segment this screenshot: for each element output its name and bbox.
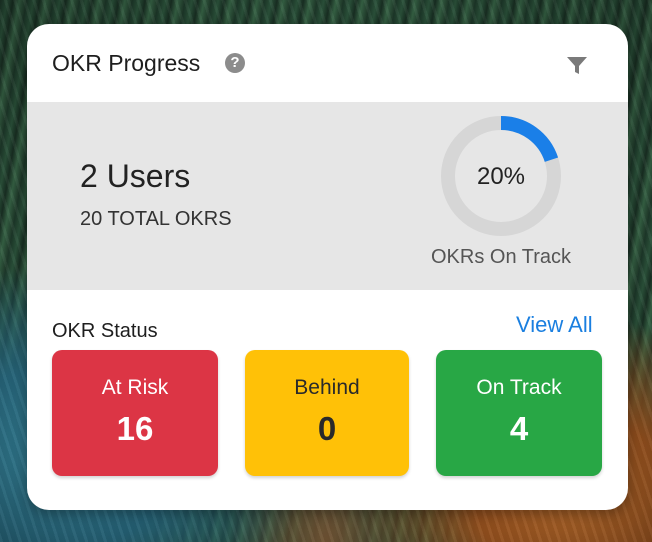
view-all-link[interactable]: View All bbox=[516, 312, 593, 338]
at-risk-tile[interactable]: At Risk 16 bbox=[52, 350, 218, 476]
donut-caption: OKRs On Track bbox=[430, 246, 572, 268]
card-header: OKR Progress ? bbox=[27, 24, 628, 102]
filter-icon[interactable] bbox=[566, 56, 588, 76]
status-title: OKR Status bbox=[52, 320, 158, 342]
card-title: OKR Progress bbox=[52, 50, 201, 76]
donut-percent: 20% bbox=[477, 163, 525, 190]
behind-tile[interactable]: Behind 0 bbox=[245, 350, 409, 476]
summary-panel: 2 Users 20 TOTAL OKRS 20% OKRs On Track bbox=[27, 102, 628, 290]
total-okrs: 20 TOTAL OKRS bbox=[80, 208, 232, 230]
tile-value: 16 bbox=[116, 410, 154, 447]
users-count: 2 Users bbox=[80, 158, 191, 194]
tile-value: 4 bbox=[509, 410, 529, 447]
on-track-donut: 20% bbox=[441, 116, 561, 236]
tile-label: At Risk bbox=[101, 376, 169, 399]
tile-label: Behind bbox=[294, 376, 360, 399]
on-track-tile[interactable]: On Track 4 bbox=[436, 350, 602, 476]
tile-label: On Track bbox=[476, 376, 562, 399]
question-circle-icon[interactable]: ? bbox=[225, 53, 245, 73]
okr-progress-card: OKR Progress ? 2 Users 20 TOTAL OKRS 20%… bbox=[27, 24, 628, 510]
tile-value: 0 bbox=[317, 410, 337, 447]
